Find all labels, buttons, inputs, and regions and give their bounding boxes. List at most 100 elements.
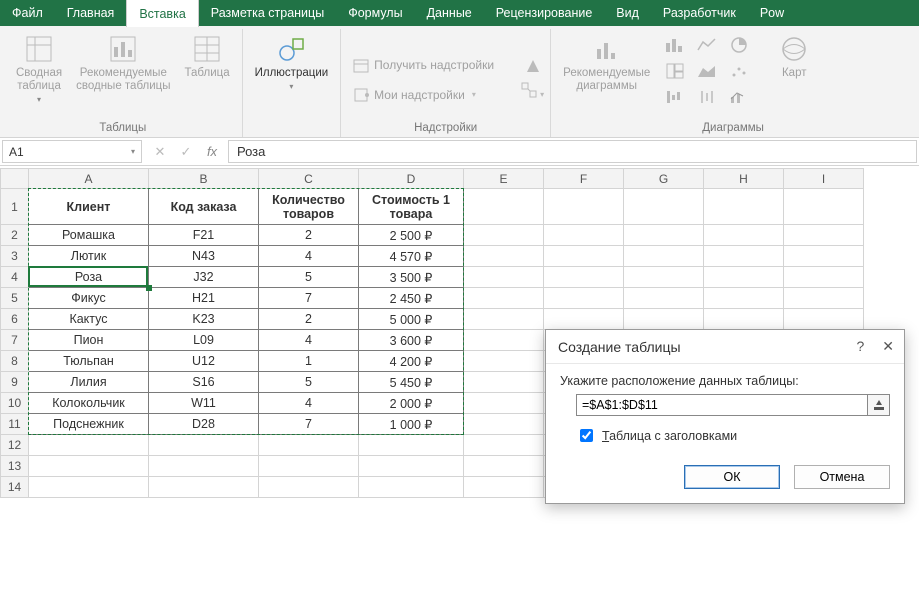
help-button[interactable]: ? <box>856 338 864 355</box>
enter-formula-button[interactable]: ✓ <box>174 144 198 160</box>
cell-H2[interactable] <box>704 225 784 246</box>
cell-G3[interactable] <box>624 246 704 267</box>
cell-C14[interactable] <box>259 477 359 498</box>
row-header-11[interactable]: 11 <box>1 414 29 435</box>
cell-A9[interactable]: Лилия <box>29 372 149 393</box>
cell-G4[interactable] <box>624 267 704 288</box>
cell-E9[interactable] <box>464 372 544 393</box>
cell-D13[interactable] <box>359 456 464 477</box>
cell-E2[interactable] <box>464 225 544 246</box>
cell-A2[interactable]: Ромашка <box>29 225 149 246</box>
cell-D7[interactable]: 3 600 ₽ <box>359 330 464 351</box>
cell-D9[interactable]: 5 450 ₽ <box>359 372 464 393</box>
cell-G6[interactable] <box>624 309 704 330</box>
row-header-1[interactable]: 1 <box>1 189 29 225</box>
cell-A6[interactable]: Кактус <box>29 309 149 330</box>
cell-F2[interactable] <box>544 225 624 246</box>
range-input[interactable] <box>576 394 868 416</box>
cell-A13[interactable] <box>29 456 149 477</box>
cell-F6[interactable] <box>544 309 624 330</box>
cell-A4[interactable]: Роза <box>29 267 149 288</box>
cell-G1[interactable] <box>624 189 704 225</box>
visio-icon[interactable]: ▾ <box>520 81 544 99</box>
treemap-chart-icon[interactable] <box>660 59 690 83</box>
cell-D14[interactable] <box>359 477 464 498</box>
cell-D1[interactable]: Стоимость 1товара <box>359 189 464 225</box>
cell-I4[interactable] <box>784 267 864 288</box>
cell-A8[interactable]: Тюльпан <box>29 351 149 372</box>
cell-E10[interactable] <box>464 393 544 414</box>
pivot-table-button[interactable]: Сводная таблица ▾ <box>10 29 68 106</box>
cell-E13[interactable] <box>464 456 544 477</box>
cell-B14[interactable] <box>149 477 259 498</box>
cell-B8[interactable]: U12 <box>149 351 259 372</box>
my-addins-button[interactable]: Мои надстройки ▾ <box>347 84 482 106</box>
tab-data[interactable]: Данные <box>415 0 484 26</box>
waterfall-chart-icon[interactable] <box>660 85 690 109</box>
row-header-5[interactable]: 5 <box>1 288 29 309</box>
tab-power[interactable]: Pow <box>748 0 796 26</box>
range-picker-button[interactable] <box>868 394 890 416</box>
cell-F1[interactable] <box>544 189 624 225</box>
row-header-6[interactable]: 6 <box>1 309 29 330</box>
stock-chart-icon[interactable] <box>692 85 722 109</box>
tab-developer[interactable]: Разработчик <box>651 0 748 26</box>
cell-B7[interactable]: L09 <box>149 330 259 351</box>
row-header-7[interactable]: 7 <box>1 330 29 351</box>
cell-B1[interactable]: Код заказа <box>149 189 259 225</box>
column-chart-icon[interactable] <box>660 33 690 57</box>
cell-A14[interactable] <box>29 477 149 498</box>
combo-chart-icon[interactable] <box>724 85 754 109</box>
formula-input[interactable]: Роза <box>228 140 917 163</box>
col-header-G[interactable]: G <box>624 169 704 189</box>
cell-E8[interactable] <box>464 351 544 372</box>
illustrations-button[interactable]: Иллюстрации ▾ <box>249 29 335 93</box>
fx-button[interactable]: fx <box>200 144 224 159</box>
tab-insert[interactable]: Вставка <box>126 0 198 27</box>
col-header-D[interactable]: D <box>359 169 464 189</box>
tab-view[interactable]: Вид <box>604 0 651 26</box>
cell-I6[interactable] <box>784 309 864 330</box>
cell-A11[interactable]: Подснежник <box>29 414 149 435</box>
cell-A10[interactable]: Колокольчик <box>29 393 149 414</box>
row-header-9[interactable]: 9 <box>1 372 29 393</box>
row-header-2[interactable]: 2 <box>1 225 29 246</box>
cell-C2[interactable]: 2 <box>259 225 359 246</box>
cell-E4[interactable] <box>464 267 544 288</box>
tab-formulas[interactable]: Формулы <box>336 0 414 26</box>
name-box[interactable]: A1 ▾ <box>2 140 142 163</box>
row-header-8[interactable]: 8 <box>1 351 29 372</box>
cell-B13[interactable] <box>149 456 259 477</box>
cancel-formula-button[interactable]: ✕ <box>148 144 172 160</box>
cell-C5[interactable]: 7 <box>259 288 359 309</box>
cell-C1[interactable]: Количествотоваров <box>259 189 359 225</box>
cell-A5[interactable]: Фикус <box>29 288 149 309</box>
cell-B12[interactable] <box>149 435 259 456</box>
col-header-H[interactable]: H <box>704 169 784 189</box>
row-header-14[interactable]: 14 <box>1 477 29 498</box>
row-header-3[interactable]: 3 <box>1 246 29 267</box>
pie-chart-icon[interactable] <box>724 33 754 57</box>
cell-C13[interactable] <box>259 456 359 477</box>
col-header-B[interactable]: B <box>149 169 259 189</box>
cell-G5[interactable] <box>624 288 704 309</box>
cell-E1[interactable] <box>464 189 544 225</box>
cell-D6[interactable]: 5 000 ₽ <box>359 309 464 330</box>
cell-C9[interactable]: 5 <box>259 372 359 393</box>
col-header-I[interactable]: I <box>784 169 864 189</box>
cell-F3[interactable] <box>544 246 624 267</box>
cell-B2[interactable]: F21 <box>149 225 259 246</box>
cell-F5[interactable] <box>544 288 624 309</box>
col-header-E[interactable]: E <box>464 169 544 189</box>
recommended-pivot-button[interactable]: Рекомендуемые сводные таблицы <box>70 29 176 95</box>
cell-A12[interactable] <box>29 435 149 456</box>
cell-H1[interactable] <box>704 189 784 225</box>
area-chart-icon[interactable] <box>692 59 722 83</box>
cell-E5[interactable] <box>464 288 544 309</box>
cell-B3[interactable]: N43 <box>149 246 259 267</box>
line-chart-icon[interactable] <box>692 33 722 57</box>
cell-H5[interactable] <box>704 288 784 309</box>
cell-C11[interactable]: 7 <box>259 414 359 435</box>
cell-A7[interactable]: Пион <box>29 330 149 351</box>
cell-B11[interactable]: D28 <box>149 414 259 435</box>
